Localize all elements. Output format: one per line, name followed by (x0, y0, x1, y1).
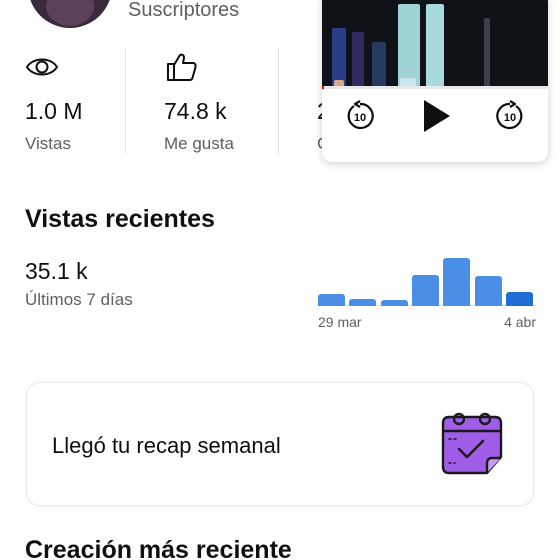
thumbs-up-icon (166, 52, 198, 87)
likes-label: Me gusta (164, 134, 234, 153)
channel-avatar[interactable] (28, 0, 112, 28)
chart-tick-end: 4 abr (504, 314, 536, 330)
weekly-recap-text: Llegó tu recap semanal (52, 433, 281, 458)
views-label: Vistas (25, 134, 71, 153)
chart-bar (443, 257, 471, 306)
chart-bar (380, 300, 408, 306)
rewind-10-icon[interactable]: 10 (344, 100, 376, 137)
views-value: 1.0 M (25, 98, 83, 124)
chart-bar (318, 294, 345, 306)
play-icon[interactable] (420, 98, 452, 139)
video-thumbnail[interactable] (322, 0, 548, 88)
stats-divider (125, 48, 126, 154)
progress-fill (322, 86, 325, 89)
weekly-recap-card[interactable]: Llegó tu recap semanal (26, 382, 534, 506)
recent-views-value: 35.1 k (25, 258, 88, 284)
eye-icon (25, 52, 59, 87)
calendar-check-icon (435, 409, 511, 488)
forward-10-icon[interactable]: 10 (494, 100, 526, 137)
likes-value: 74.8 k (164, 98, 227, 124)
recent-views-title: Vistas recientes (25, 205, 215, 233)
chart-bar (474, 276, 502, 306)
svg-text:10: 10 (504, 112, 516, 124)
player-controls: 10 10 (322, 94, 548, 154)
chart-bar (349, 298, 377, 306)
progress-bar[interactable] (322, 86, 548, 89)
chart-bar (411, 274, 439, 306)
stats-divider (278, 48, 279, 154)
subscribers-label: Suscriptores (128, 0, 240, 21)
svg-text:10: 10 (354, 112, 366, 124)
latest-creation-title: Creación más reciente (25, 536, 292, 560)
mini-player[interactable]: 10 10 (322, 0, 548, 162)
recent-views-period: Últimos 7 días (25, 290, 133, 309)
chart-tick-start: 29 mar (318, 314, 362, 330)
recent-views-chart[interactable]: 29 mar 4 abr (318, 250, 536, 332)
chart-bar (505, 292, 533, 306)
